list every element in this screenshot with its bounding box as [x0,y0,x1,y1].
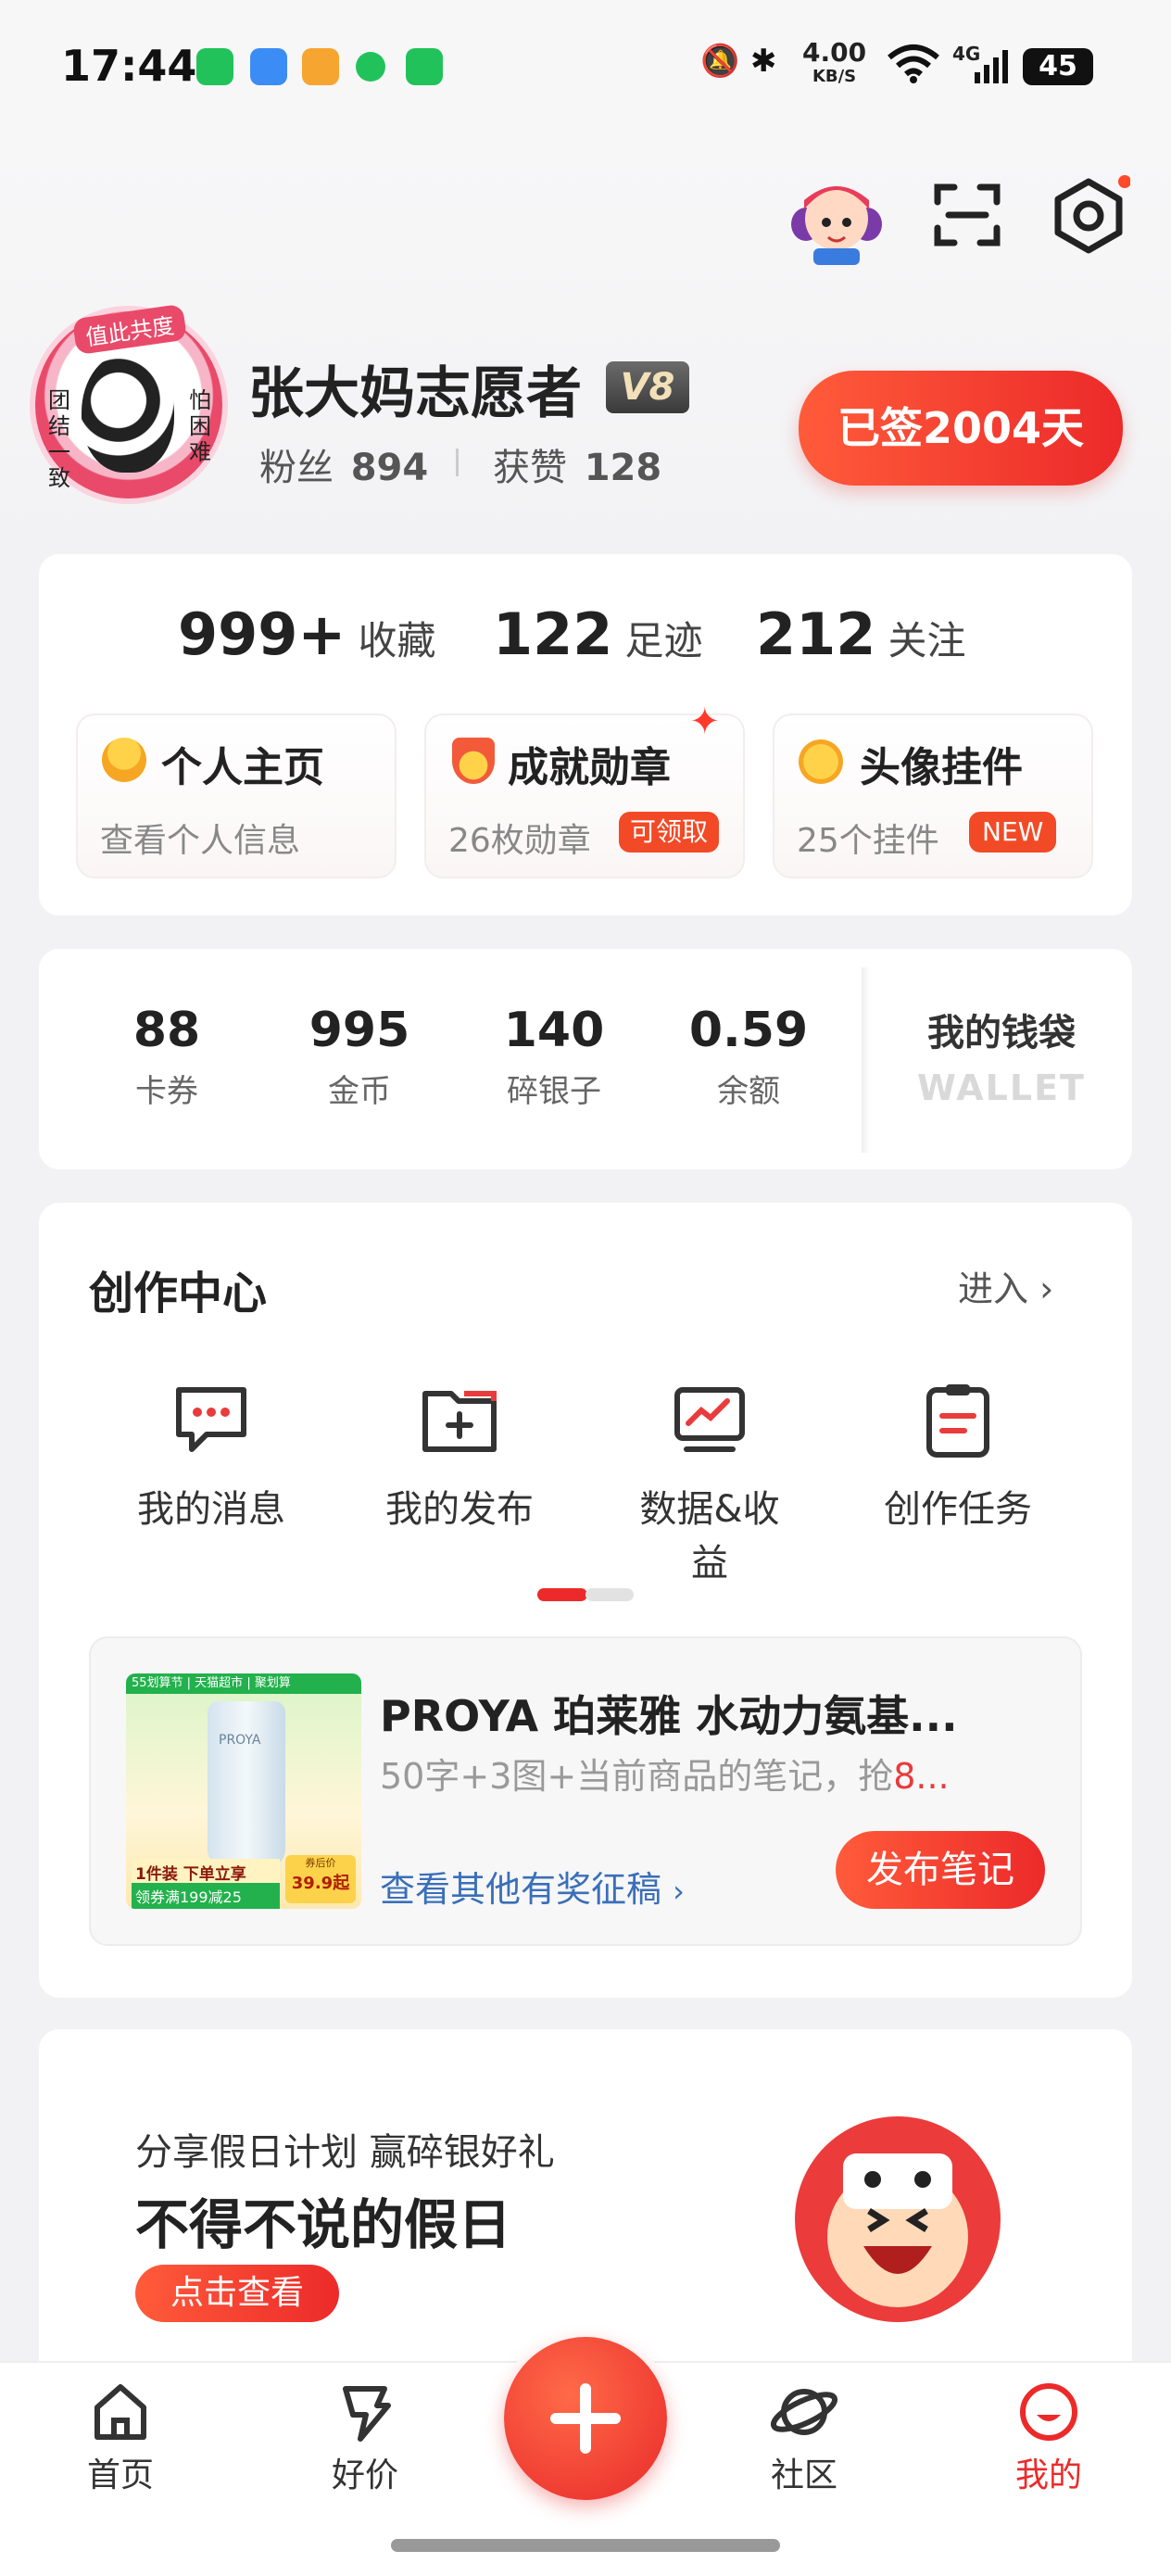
medal-icon [452,738,495,784]
level-badge: V8 [606,361,689,413]
quick-card-subtitle: 25个挂件 [797,822,939,860]
banner-subtitle: 分享假日计划 赢碎银好礼 [135,2131,555,2174]
plus-icon [550,2383,621,2454]
quick-card-title: 头像挂件 [860,744,1023,791]
wallet-divider-shadow [862,967,871,1153]
notes-icon [302,48,339,85]
favorites-stat[interactable]: 999+ 收藏 [178,600,435,668]
task-clipboard-icon [926,1384,989,1458]
following-stat[interactable]: 212 关注 [756,600,966,668]
chevron-right-icon: › [673,1874,685,1909]
wechat-icon [196,48,233,85]
battery-icon: 45 [1023,48,1093,85]
data-chart-icon [674,1387,745,1452]
deal-icon [343,2386,391,2442]
footprints-stat[interactable]: 122 足迹 [493,600,703,668]
username: 张大妈志愿者 [248,361,582,426]
network-speed: 4.00 KB/S [802,37,867,87]
promo-product-image: 55划算节 | 天猫超市 | 聚划算 PROYA 1件装 下单立享 领券满199… [126,1673,361,1909]
checkin-button[interactable]: 已签2004天 [799,371,1123,486]
page-indicator-inactive [586,1588,634,1601]
promo-title: PROYA 珀莱雅 水动力氨基... [380,1691,958,1741]
weather-icon [250,48,287,85]
mute-icon: 🔕 [700,43,740,80]
wallet-item-balance[interactable]: 0.59 余额 [674,1003,823,1111]
mascot-avatar-icon[interactable] [786,172,888,265]
phone-icon [406,48,443,85]
promo-description: 50字+3图+当前商品的笔记，抢8... [380,1756,950,1797]
status-time: 17:44 [61,41,197,91]
creation-item-data[interactable]: 数据&收益 [626,1381,793,1586]
quick-card-title: 个人主页 [161,744,324,791]
view-button[interactable]: 点击查看 [135,2265,339,2322]
page-indicator-active [537,1588,587,1601]
publish-note-button[interactable]: 发布笔记 [836,1831,1045,1909]
profile-icon [1020,2383,1077,2441]
nav-community[interactable]: 社区 [730,2380,878,2496]
signal-icon [973,50,1010,87]
nav-profile[interactable]: 我的 [975,2380,1123,2496]
publish-folder-icon [422,1391,497,1452]
wallet-item-silver[interactable]: 140 碎银子 [480,1003,628,1111]
message-icon [176,1387,246,1452]
banner-title: 不得不说的假日 [135,2193,512,2256]
chat-icon [356,52,385,82]
home-indicator[interactable] [391,2539,780,2552]
likes[interactable]: 获赞 128 [493,437,661,491]
pendant-icon [799,739,843,784]
settings-icon[interactable] [1047,174,1131,258]
quick-card-subtitle: 查看个人信息 [100,822,301,860]
sparkle-icon: ✦ [689,701,721,743]
enter-link[interactable]: 进入 › [958,1260,1053,1311]
avatar-side-right: 怕困难 [189,387,211,465]
wallet-item-coupons[interactable]: 88 卡券 [93,1003,241,1111]
quick-card-subtitle: 26枚勋章 [448,822,591,860]
product-tube [208,1701,285,1868]
chevron-right-icon: › [1039,1269,1054,1309]
section-title: 创作中心 [89,1268,268,1320]
creation-item-tasks[interactable]: 创作任务 [875,1381,1041,1533]
price-tag: 券后价 39.9起 [285,1855,356,1903]
claimable-badge: 可领取 [619,812,720,852]
bluetooth-icon: ✱ [750,43,777,80]
add-post-button[interactable] [504,2337,667,2500]
new-badge: NEW [969,812,1057,852]
avatar-cow-image [82,352,174,473]
planet-icon [770,2389,838,2435]
wallet-item-gold[interactable]: 995 金币 [285,1003,434,1111]
banner-mascot-image [795,2116,1001,2322]
divider [456,448,459,476]
quick-card-title: 成就勋章 [508,744,671,791]
scan-icon[interactable] [930,178,1004,252]
creation-item-publish[interactable]: 我的发布 [376,1381,543,1533]
avatar-side-left: 团结一致 [48,387,70,491]
nav-deals[interactable]: 好价 [291,2380,439,2496]
home-icon [94,2384,146,2440]
my-wallet-entry[interactable]: 我的钱袋 WALLET [904,1003,1099,1108]
creation-item-messages[interactable]: 我的消息 [128,1381,295,1533]
wifi-icon [886,43,941,92]
nav-home[interactable]: 首页 [46,2380,195,2496]
fans[interactable]: 粉丝 894 [259,437,428,491]
person-icon [102,738,146,782]
other-contests-link[interactable]: 查看其他有奖征稿 › [380,1861,685,1912]
